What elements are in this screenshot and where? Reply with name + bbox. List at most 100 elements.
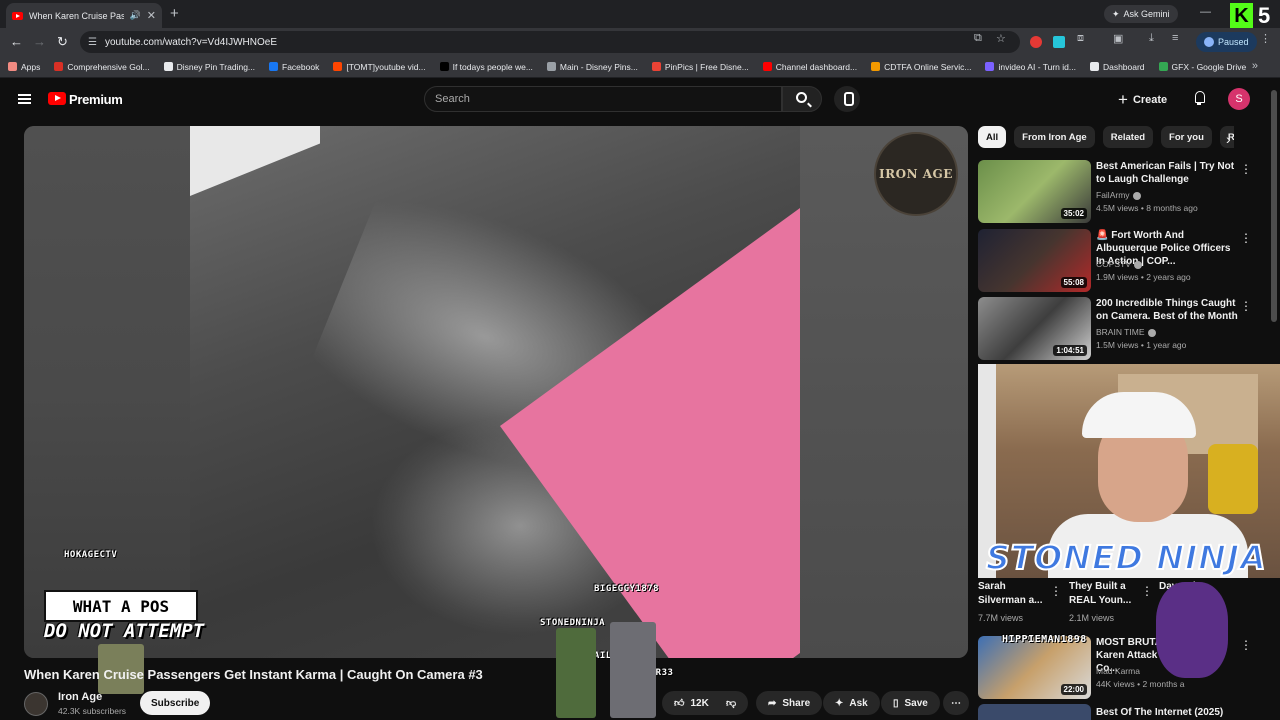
video-title: When Karen Cruise Passengers Get Instant… (24, 667, 483, 682)
bookmark-item[interactable]: Channel dashboard... (762, 62, 857, 72)
short-item[interactable]: Sarah Silverman a... 7.7M views (978, 580, 1048, 625)
chevron-right-icon[interactable]: › (1226, 131, 1231, 147)
kick-k-icon: K (1230, 3, 1253, 29)
bookmark-favicon-icon (546, 62, 556, 71)
minimize-icon[interactable]: — (1200, 6, 1211, 18)
extension-cyan-icon[interactable] (1053, 36, 1065, 48)
more-vertical-icon[interactable]: ⋮ (1240, 162, 1252, 176)
video-thumbnail[interactable]: 55:08 (978, 229, 1091, 292)
short-item[interactable]: They Built a REAL Youn... 2.1M views (1069, 580, 1143, 625)
bookmark-item[interactable]: PinPics | Free Disne... (651, 62, 749, 72)
video-thumbnail[interactable]: 1:04:51 (978, 297, 1091, 360)
forward-icon[interactable]: → (33, 34, 46, 49)
address-bar[interactable]: ☰ youtube.com/watch?v=Vd4IJWHNOeE (80, 31, 1020, 53)
new-tab-button[interactable]: + (170, 5, 179, 22)
overlay-alert-box: WHAT A POS (44, 590, 198, 622)
recommendation-item[interactable]: 55:08 🚨 Fort Worth And Albuquerque Polic… (978, 229, 1268, 292)
subscriber-count: 42.3K subscribers (58, 706, 127, 716)
search-button[interactable] (782, 86, 822, 112)
youtube-brand-label[interactable]: Premium (69, 92, 123, 107)
bookmark-item[interactable]: Dashboard (1089, 62, 1145, 72)
youtube-favicon-icon (12, 11, 23, 20)
overlay-username: STONEDNINJA (540, 618, 606, 628)
video-frame (190, 126, 800, 658)
more-vertical-icon[interactable]: ⋮ (1240, 231, 1252, 245)
chip-related[interactable]: Related (1102, 126, 1154, 148)
ask-gemini-button[interactable]: ✦ Ask Gemini (1104, 5, 1178, 23)
like-button[interactable]: 👍︎ 12K (662, 691, 718, 715)
bookmark-favicon-icon (985, 62, 995, 71)
page-scrollbar[interactable] (1271, 90, 1277, 322)
back-icon[interactable]: ← (10, 34, 23, 49)
bookmark-item[interactable]: Facebook (269, 62, 319, 72)
video-thumbnail[interactable]: 22:00 (978, 636, 1091, 699)
dislike-button[interactable]: 👎︎ (718, 691, 748, 715)
account-avatar[interactable]: S (1228, 88, 1250, 110)
channel-name[interactable]: Iron Age (58, 691, 102, 703)
recommendation-item[interactable]: Best Of The Internet (2025) (978, 704, 1268, 720)
video-thumbnail[interactable] (978, 704, 1091, 720)
bookmark-item[interactable]: invideo AI - Turn id... (985, 62, 1076, 72)
cast-icon[interactable]: ⧉ (974, 32, 982, 45)
browser-menu-icon[interactable]: ⋮ (1260, 32, 1271, 45)
cam-background-shape (1208, 444, 1258, 514)
more-vertical-icon[interactable]: ⋮ (1240, 299, 1252, 313)
short-title: Sarah Silverman a... (978, 581, 1043, 606)
download-icon[interactable]: ⤓ (1149, 32, 1154, 45)
bookmark-item[interactable]: Comprehensive Gol... (54, 62, 150, 72)
notifications-bell-icon[interactable] (1193, 91, 1207, 105)
bookmarks-overflow-icon[interactable]: » (1252, 60, 1258, 72)
search-input[interactable]: Search (424, 86, 782, 112)
bookmark-item[interactable]: Disney Pin Trading... (163, 62, 255, 72)
bookmark-item[interactable]: Apps (8, 62, 40, 72)
ask-button[interactable]: ✦ Ask (823, 691, 880, 715)
recommendation-item[interactable]: 1:04:51 200 Incredible Things Caught on … (978, 297, 1268, 360)
recommendation-item[interactable]: 35:02 Best American Fails | Try Not to L… (978, 160, 1268, 223)
save-button[interactable]: ▯ Save (881, 691, 940, 715)
thumbs-down-icon: 👎︎ (726, 698, 737, 709)
channel-avatar[interactable] (24, 692, 48, 716)
reload-icon[interactable]: ↻ (57, 34, 68, 50)
site-info-icon[interactable]: ☰ (88, 37, 97, 48)
tab-search-icon[interactable]: ▣ (1113, 32, 1123, 45)
bookmark-favicon-icon (163, 62, 173, 71)
overlay-username: BIGEGGY1878 (594, 584, 660, 594)
menu-hamburger-icon[interactable] (18, 94, 31, 104)
extension-red-icon[interactable] (1030, 36, 1042, 48)
recommendation-meta: 44K views • 2 months a (1096, 679, 1185, 689)
youtube-logo-icon[interactable] (48, 92, 66, 105)
more-vertical-icon[interactable]: ⋮ (1141, 584, 1153, 598)
bookmark-item[interactable]: If todays people we... (439, 62, 533, 72)
chip-from-channel[interactable]: From Iron Age (1014, 126, 1095, 148)
chip-all[interactable]: All (978, 126, 1007, 148)
bookmark-item[interactable]: Main - Disney Pins... (546, 62, 638, 72)
ask-gemini-label: Ask Gemini (1123, 9, 1170, 19)
more-vertical-icon[interactable]: ⋮ (1240, 638, 1252, 652)
bookmark-item[interactable]: CDTFA Online Servic... (871, 62, 971, 72)
close-tab-icon[interactable]: ✕ (147, 9, 156, 22)
speaker-icon[interactable]: 🔊 (130, 10, 141, 21)
browser-tab-active[interactable]: When Karen Cruise Passeng 🔊 ✕ (6, 3, 162, 28)
duration-badge: 35:02 (1060, 208, 1087, 219)
bookmark-item[interactable]: [TOMT]youtube vid... (333, 62, 426, 72)
channel-watermark[interactable]: IRON AGE (874, 132, 958, 216)
bookmark-item[interactable]: GFX - Google Drive (1158, 62, 1246, 72)
more-actions-button[interactable]: ⋯ (943, 691, 969, 715)
create-button[interactable]: + Create (1118, 88, 1167, 112)
bookmark-star-icon[interactable]: ☆ (996, 32, 1006, 45)
recommendation-channel: FailArmy (1096, 190, 1141, 200)
kick-number-icon: 5 (1258, 3, 1271, 28)
short-title: They Built a REAL Youn... (1069, 581, 1132, 606)
video-player[interactable]: IRON AGE (24, 126, 968, 658)
subscribe-button[interactable]: Subscribe (140, 691, 211, 715)
bookmark-label: Facebook (282, 61, 320, 72)
bookmark-label: Apps (21, 61, 41, 72)
extensions-puzzle-icon[interactable]: ⧈ (1077, 32, 1084, 45)
video-thumbnail[interactable]: 35:02 (978, 160, 1091, 223)
profile-paused-button[interactable]: Paused (1196, 32, 1257, 52)
media-control-icon[interactable]: ≡ (1172, 32, 1178, 44)
chip-for-you[interactable]: For you (1161, 126, 1212, 148)
more-vertical-icon[interactable]: ⋮ (1050, 584, 1062, 598)
voice-search-mic-icon[interactable] (834, 86, 860, 112)
share-button[interactable]: ➦ Share (756, 691, 823, 715)
